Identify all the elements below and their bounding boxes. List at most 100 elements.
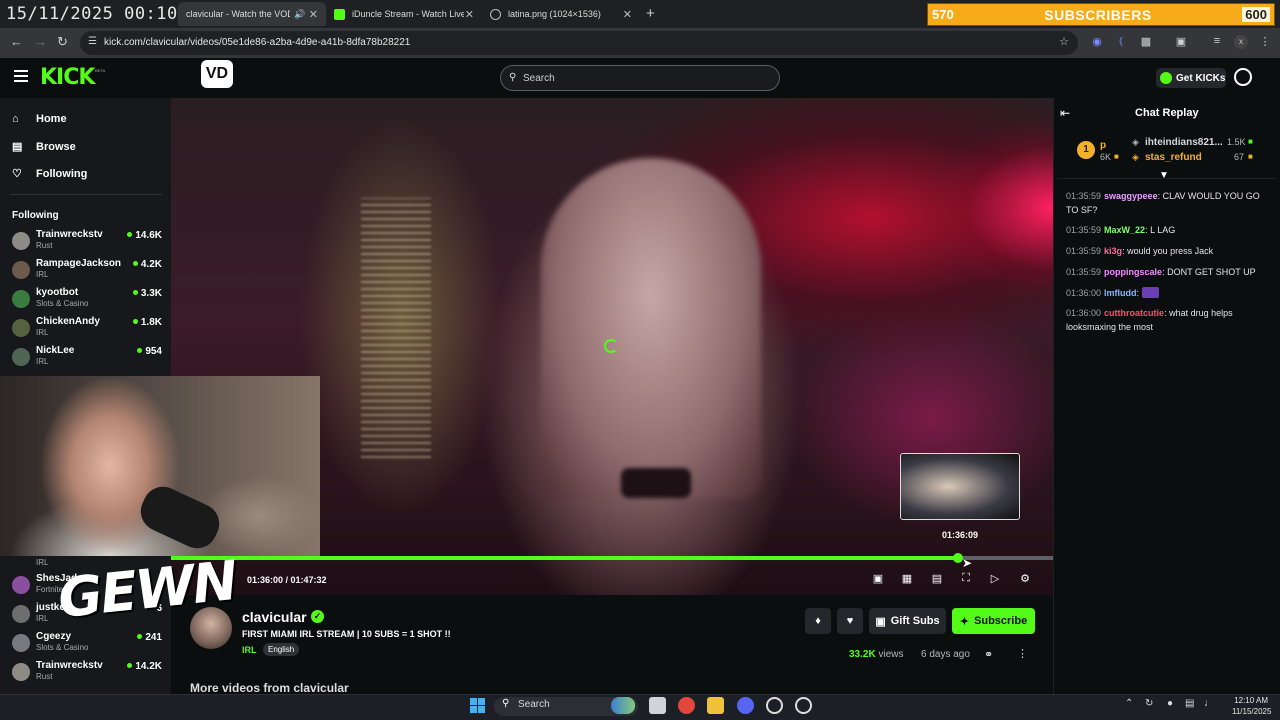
fullscreen-icon[interactable]: ⛶ — [959, 572, 973, 586]
close-tab-icon[interactable]: ✕ — [309, 8, 318, 21]
message-user[interactable]: MaxW_22 — [1104, 225, 1145, 235]
collapse-chat-icon[interactable]: ⇤ — [1060, 106, 1070, 120]
avatar — [12, 261, 30, 279]
reload-icon[interactable]: ↻ — [57, 34, 68, 50]
get-kicks-button[interactable]: Get KICKs — [1156, 68, 1226, 88]
language-tag[interactable]: English — [263, 643, 300, 656]
verified-check-icon: ✓ — [311, 610, 324, 623]
viewer-count: 1.8K — [132, 317, 162, 328]
avatar — [12, 290, 30, 308]
subscribe-button[interactable]: ✦ Subscribe — [952, 608, 1035, 634]
tray-app-icon[interactable]: ↻ — [1145, 698, 1153, 709]
url-text[interactable]: kick.com/clavicular/videos/05e1de86-a2ba… — [104, 37, 410, 48]
live-dot-icon — [127, 663, 133, 668]
new-tab-button[interactable]: + — [646, 5, 655, 22]
task-view-icon[interactable] — [649, 697, 666, 714]
message-user[interactable]: swaggypeee — [1104, 191, 1158, 201]
extension-icon[interactable]: ◉ — [1090, 35, 1104, 49]
notification-bell-button[interactable]: ♦ — [805, 608, 831, 634]
message-user[interactable]: ki3g — [1104, 246, 1122, 256]
avatar — [12, 576, 30, 594]
message-user[interactable]: lmfludd — [1104, 288, 1137, 298]
heart-icon: ♡ — [12, 168, 22, 180]
seek-preview-thumbnail — [900, 453, 1020, 520]
beta-badge: BETA — [95, 68, 106, 73]
user-avatar-icon[interactable] — [1234, 68, 1252, 86]
clock-app-icon[interactable] — [795, 697, 812, 714]
taskbar-date: 11/15/2025 — [1232, 707, 1272, 716]
site-info-icon[interactable]: ☰ — [88, 36, 97, 47]
back-icon[interactable]: ← — [10, 34, 23, 49]
cast-icon[interactable]: ▣ — [1174, 35, 1188, 49]
menu-icon[interactable] — [14, 70, 28, 85]
obs-icon[interactable] — [766, 697, 783, 714]
followed-channel[interactable]: NickLee IRL 954 — [12, 344, 162, 372]
network-icon[interactable]: ▤ — [1185, 698, 1194, 709]
chrome-icon[interactable] — [678, 697, 695, 714]
gifter-name[interactable]: ihteindians821... — [1145, 137, 1223, 148]
channel-avatar[interactable] — [190, 607, 232, 649]
browser-menu-icon[interactable]: ⋮ — [1258, 35, 1272, 49]
discord-icon[interactable] — [737, 697, 754, 714]
bing-highlight-icon[interactable] — [611, 697, 635, 714]
tab-latina-png[interactable]: latina.png (1024×1536) ✕ — [482, 2, 640, 26]
channel-name: kyootbot — [36, 287, 79, 298]
followed-channel[interactable]: ChickenAndy IRL 1.8K — [12, 315, 162, 343]
tab-clavicular-vod[interactable]: clavicular - Watch the VOD 🔊 ✕ — [178, 2, 326, 26]
sidebar-item-browse[interactable]: ▤ Browse — [12, 140, 76, 154]
category-link[interactable]: IRL — [242, 645, 257, 655]
followed-channel[interactable]: kyootbot Slots & Casino 3.3K — [12, 286, 162, 314]
avatar — [12, 634, 30, 652]
followed-channel[interactable]: Trainwreckstv Rust 14.2K — [12, 659, 162, 687]
reading-list-icon[interactable]: ≡ — [1210, 35, 1224, 49]
gifter-name[interactable]: stas_refund — [1145, 152, 1202, 163]
settings-gear-icon[interactable]: ⚙ — [1018, 572, 1032, 586]
clip-icon[interactable]: ▦ — [900, 572, 914, 586]
channel-name[interactable]: clavicular — [242, 609, 307, 625]
windows-start-icon[interactable] — [470, 698, 485, 713]
playback-speed-icon[interactable]: ▷ — [988, 572, 1002, 586]
globe-icon — [490, 8, 501, 20]
message-user[interactable]: poppingscale — [1104, 267, 1162, 277]
followed-channel[interactable]: RampageJackson IRL 4.2K — [12, 257, 162, 285]
channel-name: Trainwreckstv — [36, 660, 103, 671]
sidebar-item-home[interactable]: ⌂ Home — [12, 113, 67, 125]
tray-mic-icon[interactable]: ● — [1167, 698, 1173, 709]
channel-category: IRL — [36, 328, 49, 337]
expand-chevron-icon[interactable]: ▼ — [1159, 170, 1169, 181]
followed-channel[interactable]: Trainwreckstv Rust 14.6K — [12, 228, 162, 256]
avatar — [12, 319, 30, 337]
gift-subs-button[interactable]: ▣ Gift Subs — [869, 608, 946, 634]
viewer-count-value: 3.3K — [140, 288, 162, 299]
bookmark-star-icon[interactable]: ☆ — [1057, 35, 1071, 49]
tray-chevron-icon[interactable]: ⌃ — [1125, 698, 1133, 709]
close-tab-icon[interactable]: ✕ — [465, 8, 474, 21]
follow-heart-button[interactable]: ♥ — [837, 608, 863, 634]
miniplayer-icon[interactable]: ▣ — [871, 572, 885, 586]
forward-icon[interactable]: → — [34, 34, 47, 49]
extensions-puzzle-icon[interactable]: ▩ — [1139, 35, 1153, 49]
video-scene-person — [541, 158, 761, 498]
live-dot-icon — [137, 634, 143, 639]
kick-logo[interactable]: KICK — [40, 65, 95, 90]
volume-icon[interactable]: ♩ — [1204, 698, 1214, 709]
viewer-count: 14.6K — [127, 230, 162, 241]
gifter-name[interactable]: p — [1100, 140, 1106, 151]
share-icon[interactable]: ⚭ — [984, 648, 993, 661]
theater-mode-icon[interactable]: ▤ — [930, 572, 944, 586]
taskbar-clock[interactable]: 12:10 AM 11/15/2025 — [1232, 695, 1272, 717]
viewer-count-value: 14.2K — [135, 661, 162, 672]
more-options-icon[interactable]: ⋮ — [1017, 647, 1028, 660]
audio-extension-icon[interactable]: ⦅ — [1114, 35, 1128, 49]
tab-title: latina.png (1024×1536) — [508, 9, 601, 19]
close-tab-icon[interactable]: ✕ — [623, 8, 632, 21]
profile-avatar-icon[interactable]: x — [1234, 35, 1248, 49]
message-user[interactable]: cutthroatcutie — [1104, 308, 1164, 318]
followed-channel[interactable]: Cgeezy Slots & Casino 241 — [12, 630, 162, 658]
sidebar-item-following[interactable]: ♡ Following — [12, 167, 87, 181]
channel-category: Slots & Casino — [36, 299, 89, 308]
vod-logo-icon[interactable]: VD — [201, 60, 233, 88]
file-explorer-icon[interactable] — [707, 697, 724, 714]
channel-name: RampageJackson — [36, 258, 122, 269]
tab-iduncle-stream[interactable]: iDuncle Stream - Watch Live on ✕ — [326, 2, 482, 26]
